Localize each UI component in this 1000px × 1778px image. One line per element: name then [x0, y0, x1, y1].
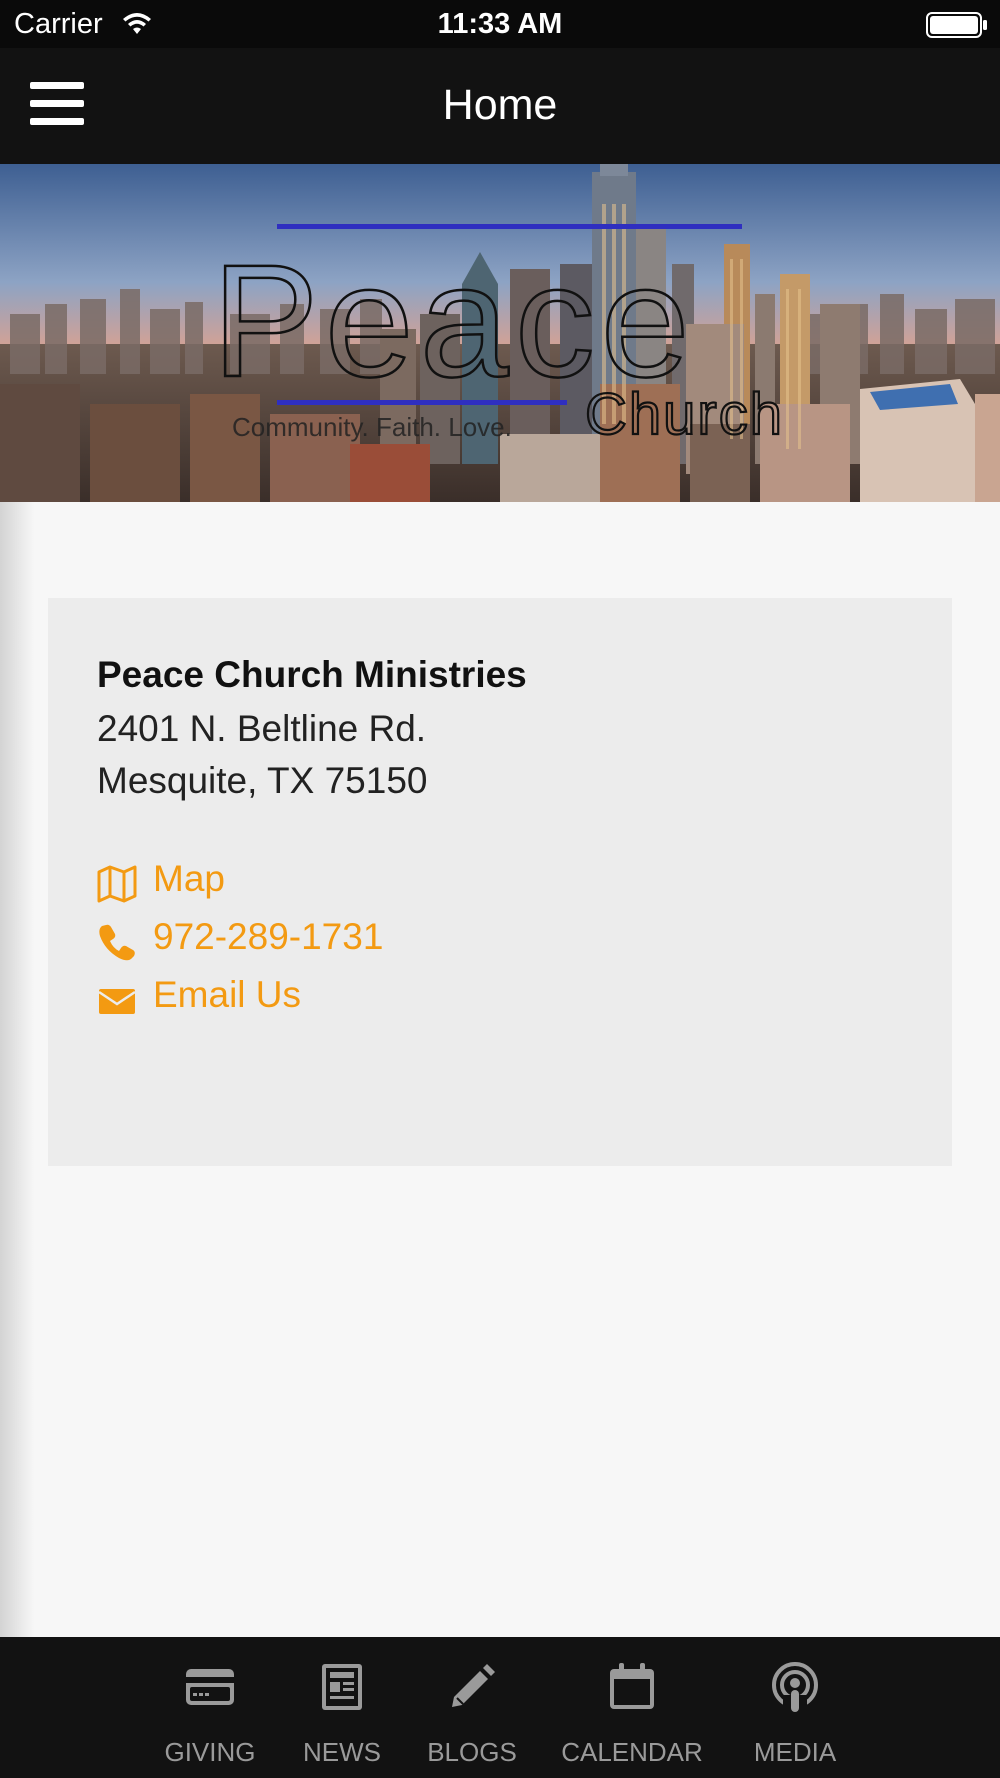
email-link-label: Email Us	[153, 974, 302, 1015]
podcast-icon	[772, 1662, 818, 1713]
nav-bar: Home	[0, 48, 1000, 164]
envelope-icon	[98, 989, 136, 1014]
church-name: Peace Church Ministries	[97, 654, 527, 695]
credit-card-icon	[186, 1669, 234, 1705]
address-line-2: Mesquite, TX 75150	[97, 760, 428, 801]
tab-giving[interactable]: GIVING	[155, 1637, 265, 1778]
tab-news-label: NEWS	[303, 1737, 381, 1767]
phone-link[interactable]: 972-289-1731	[97, 916, 497, 966]
tab-calendar-label: CALENDAR	[561, 1737, 703, 1767]
calendar-icon	[610, 1663, 654, 1709]
map-link[interactable]: Map	[97, 858, 397, 908]
tab-giving-label: GIVING	[164, 1737, 256, 1767]
tab-media[interactable]: MEDIA	[740, 1637, 850, 1778]
tab-news[interactable]: NEWS	[290, 1637, 394, 1778]
address-line-1: 2401 N. Beltline Rd.	[97, 708, 427, 749]
tab-calendar[interactable]: CALENDAR	[560, 1637, 704, 1778]
map-link-label: Map	[153, 858, 225, 899]
tab-media-label: MEDIA	[753, 1737, 837, 1767]
newspaper-icon	[322, 1664, 362, 1710]
svg-text:Community. Faith. Love.: Community. Faith. Love.	[232, 412, 512, 442]
phone-link-label: 972-289-1731	[153, 916, 384, 957]
church-info-card: Peace Church Ministries 2401 N. Beltline…	[48, 598, 952, 1166]
email-link[interactable]: Email Us	[97, 974, 397, 1024]
tab-blogs-label: BLOGS	[427, 1737, 517, 1767]
battery-icon	[926, 12, 987, 38]
city-skyline-image: Peace Church Community. Faith. Love.	[0, 164, 1000, 502]
phone-icon	[99, 924, 135, 961]
svg-text:Church: Church	[585, 382, 784, 447]
pencil-icon	[452, 1664, 495, 1707]
status-bar: Carrier 11:33 AM	[0, 0, 1000, 48]
map-icon	[97, 865, 137, 903]
hero-banner: Peace Church Community. Faith. Love.	[0, 164, 1000, 502]
page-title: Home	[442, 81, 558, 129]
bottom-tab-bar: GIVING NEWS BLOGS CALENDAR MEDIA	[0, 1637, 1000, 1778]
left-shadow	[0, 502, 34, 1637]
status-time: 11:33 AM	[437, 8, 563, 40]
tab-blogs[interactable]: BLOGS	[420, 1637, 524, 1778]
